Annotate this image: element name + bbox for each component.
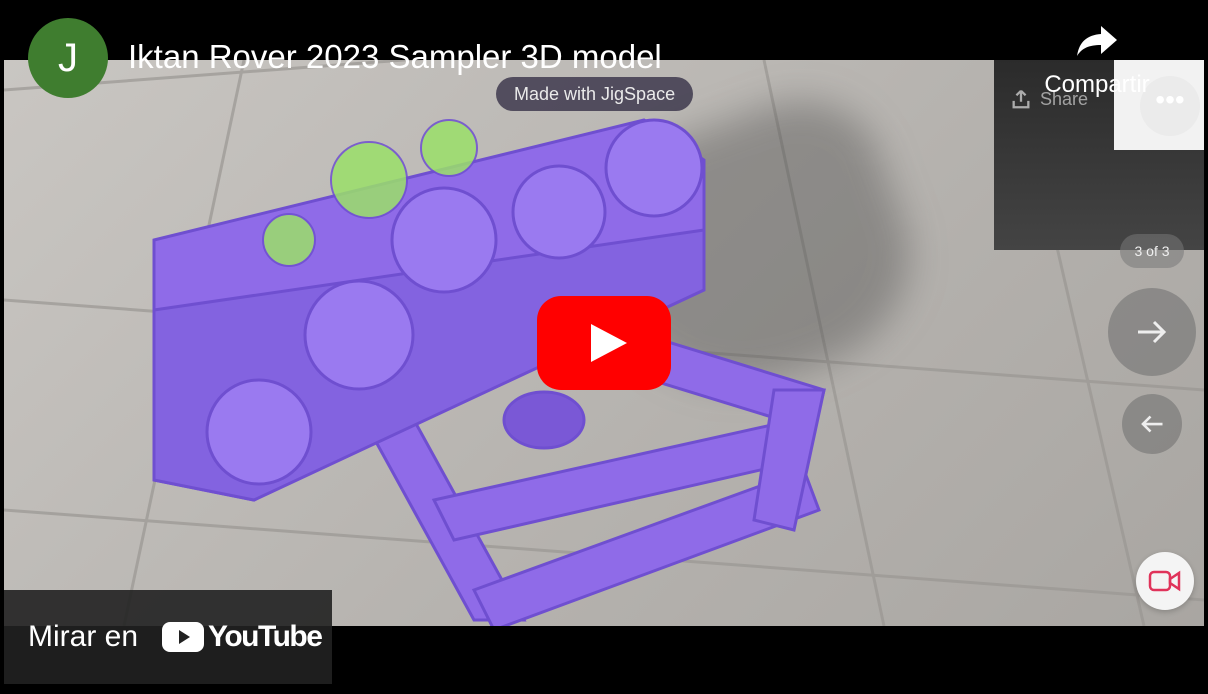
- share-arrow-icon: [1077, 26, 1117, 56]
- video-title[interactable]: Iktan Rover 2023 Sampler 3D model: [128, 38, 662, 76]
- arrow-right-icon: [1138, 320, 1167, 344]
- youtube-play-button[interactable]: [537, 296, 671, 390]
- youtube-logo: YouTube: [162, 620, 323, 654]
- youtube-wordmark: YouTube: [208, 620, 323, 653]
- in-video-next-button: [1108, 288, 1196, 376]
- youtube-icon: [162, 622, 205, 652]
- watch-on-youtube-button[interactable]: Mirar en YouTube: [4, 590, 332, 684]
- channel-avatar[interactable]: J: [28, 18, 108, 98]
- upload-icon: [1012, 89, 1030, 109]
- watch-on-label: Mirar en: [28, 620, 139, 653]
- share-button[interactable]: Compartir: [1030, 22, 1164, 118]
- arrow-left-icon: [1141, 415, 1163, 433]
- in-video-prev-button: [1122, 394, 1182, 454]
- share-label: Compartir: [1044, 71, 1150, 98]
- step-counter: 3 of 3: [1120, 234, 1184, 268]
- jigspace-badge: Made with JigSpace: [496, 77, 694, 111]
- video-camera-icon: [1148, 570, 1181, 592]
- youtube-embed-player[interactable]: Made with JigSpace Share ••• 3 of 3 J Ik…: [0, 0, 1208, 694]
- in-video-record-button: [1136, 552, 1194, 610]
